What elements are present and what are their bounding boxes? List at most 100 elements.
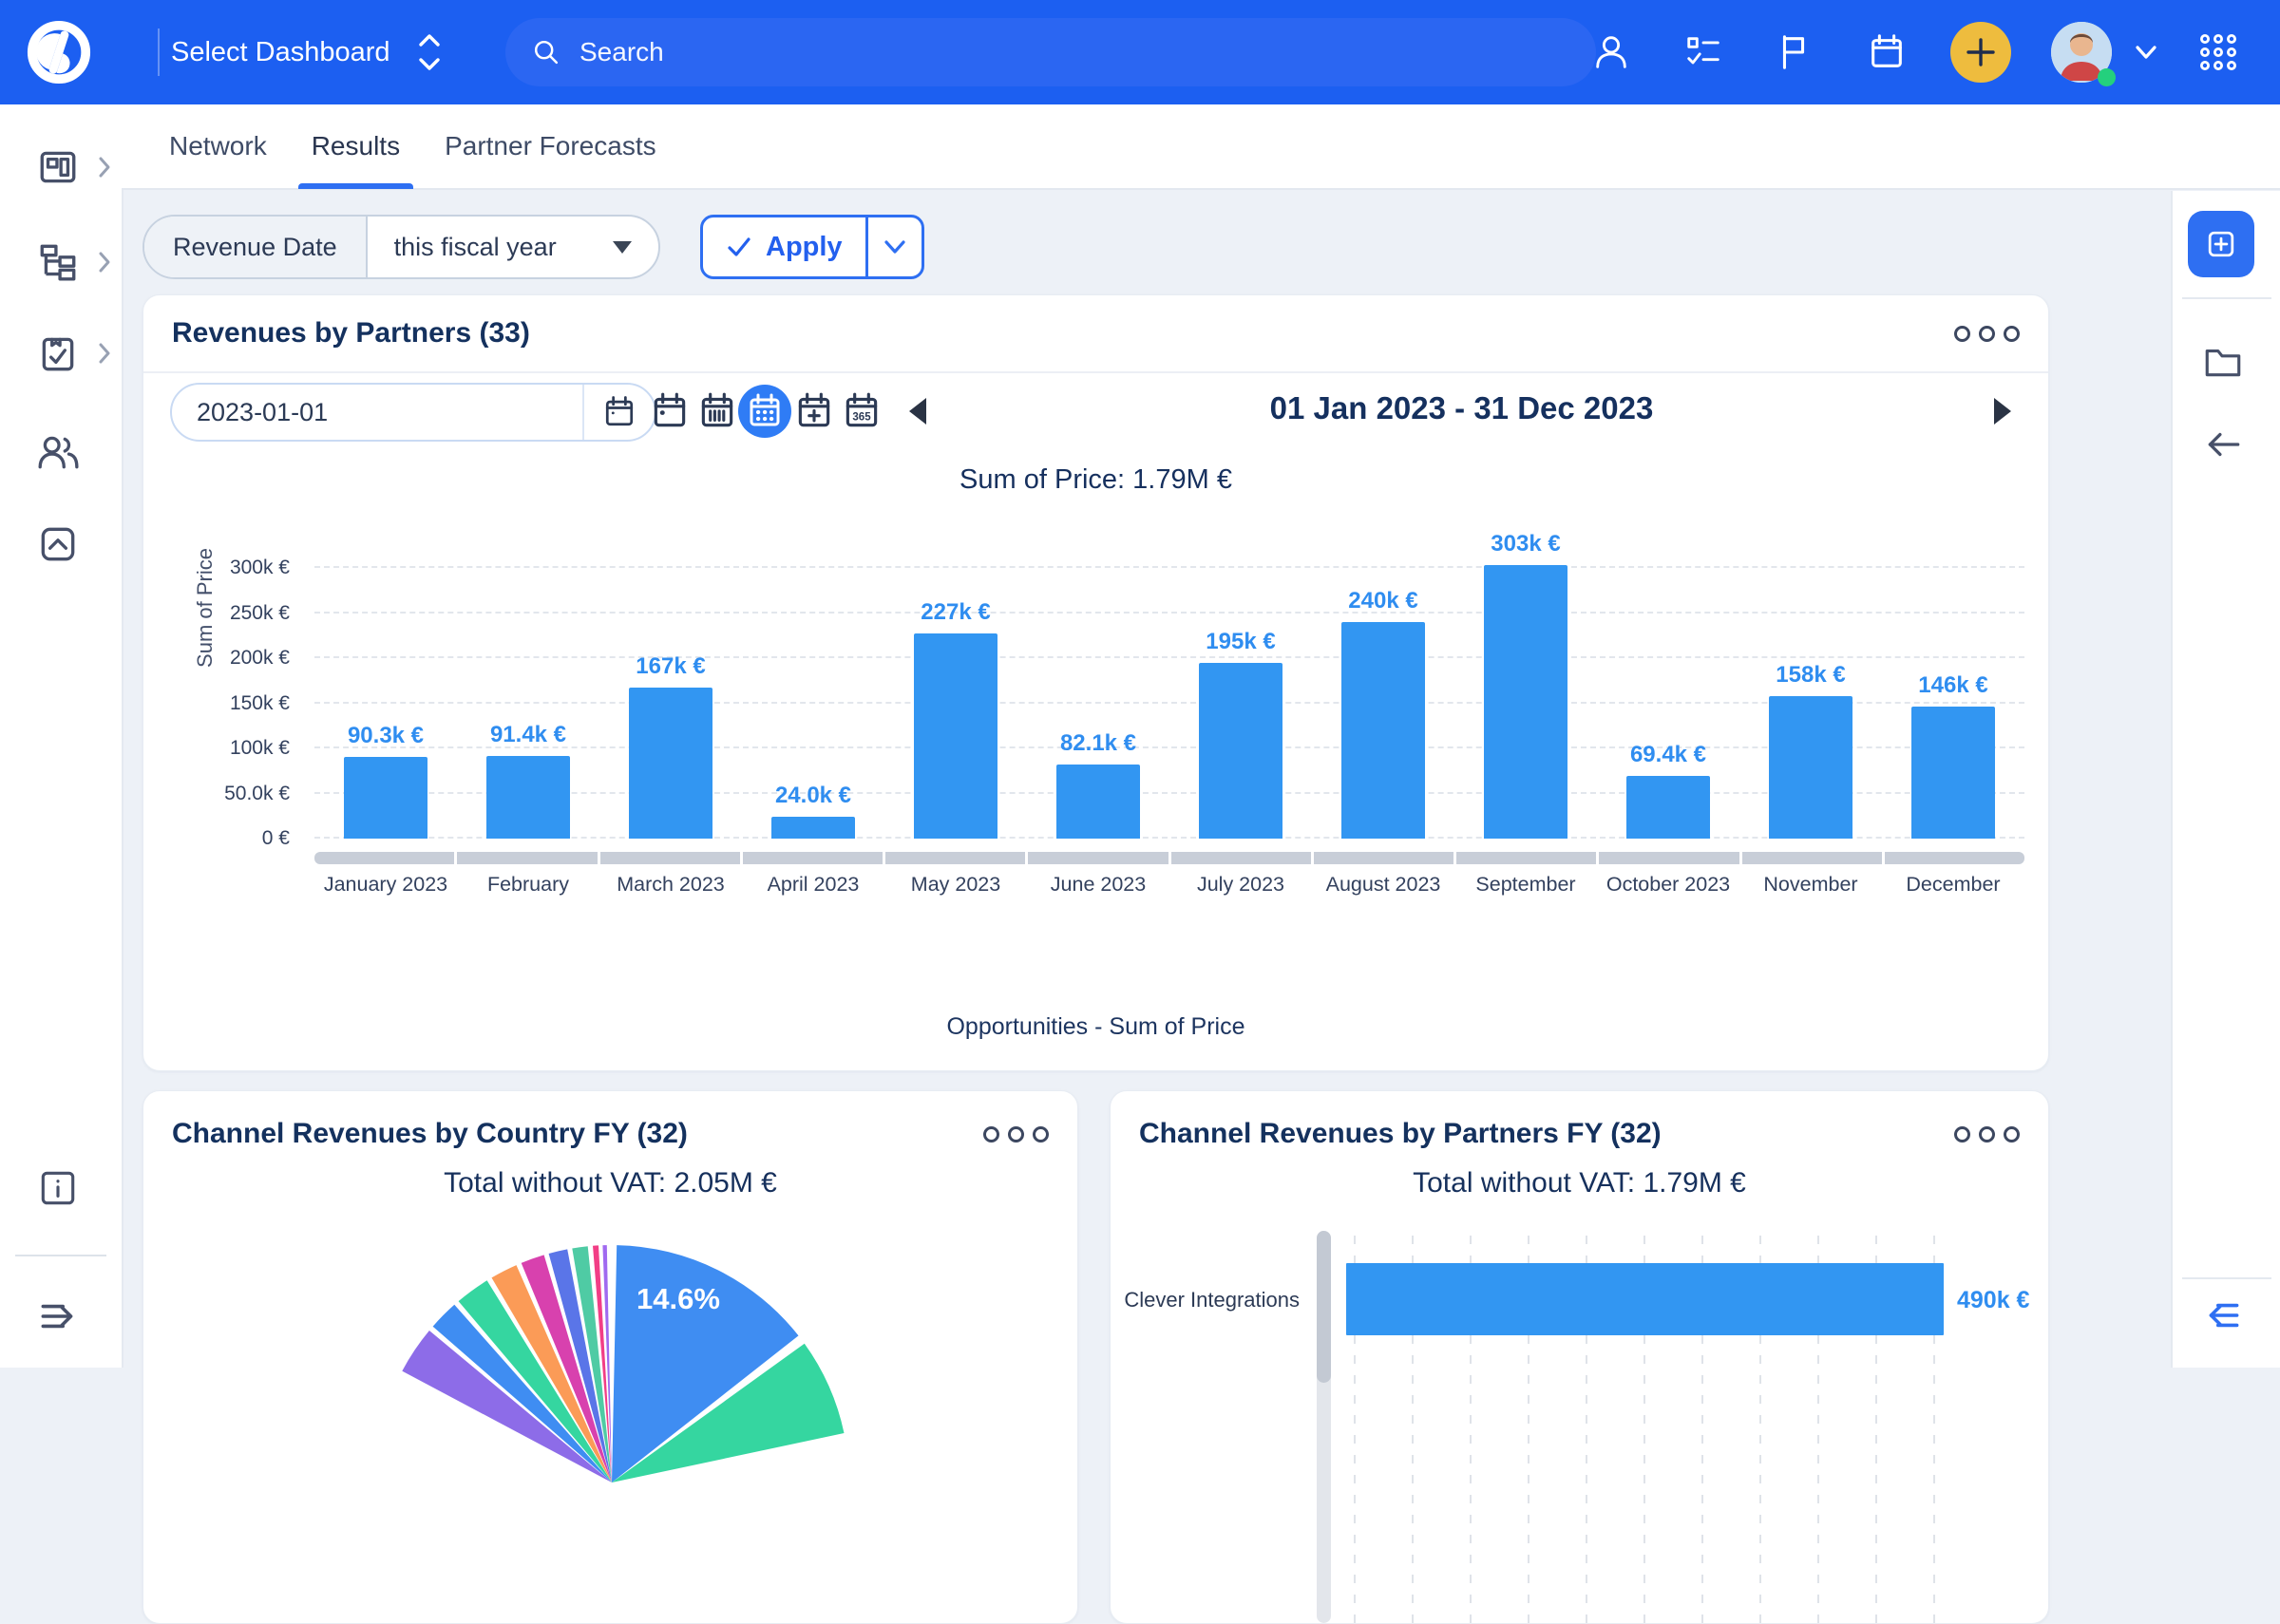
scrollbar-segment[interactable] <box>314 852 454 864</box>
card-menu-button[interactable] <box>1954 326 2020 342</box>
pie-slice[interactable] <box>593 1245 612 1482</box>
bar-March 2023[interactable] <box>629 688 712 839</box>
x-axis-scrollbar[interactable] <box>314 852 2024 864</box>
next-period-button[interactable] <box>1994 398 2011 425</box>
contacts-icon[interactable] <box>1591 32 1631 72</box>
quick-add-button[interactable] <box>1950 22 2011 83</box>
scrollbar-segment[interactable] <box>457 852 597 864</box>
sidebar-item-pipeline-icon[interactable] <box>36 240 80 284</box>
x-tick-label: October 2023 <box>1597 873 1739 897</box>
scrollbar-segment[interactable] <box>1456 852 1596 864</box>
dashboard-selector-label: Select Dashboard <box>171 37 390 68</box>
pie-slice[interactable] <box>549 1249 612 1482</box>
tab-results[interactable]: Results <box>312 104 400 189</box>
scrollbar-segment[interactable] <box>1742 852 1882 864</box>
y-tick-label: 250k € <box>230 601 290 626</box>
arrow-left-icon[interactable] <box>2201 423 2245 466</box>
apply-button[interactable]: Apply <box>700 215 924 279</box>
add-widget-button[interactable] <box>2188 211 2254 277</box>
bar-April 2023[interactable] <box>771 817 855 839</box>
app-grid-icon[interactable] <box>2197 31 2239 73</box>
pie-slice[interactable] <box>522 1255 612 1482</box>
global-search[interactable] <box>505 18 1596 86</box>
tab-network[interactable]: Network <box>169 104 267 189</box>
scrollbar-segment[interactable] <box>743 852 883 864</box>
bar-February[interactable] <box>486 756 570 839</box>
sidebar-chevron-icon[interactable] <box>97 155 112 179</box>
bar-September[interactable] <box>1484 565 1568 839</box>
sidebar-item-contacts-icon[interactable] <box>36 430 80 474</box>
granularity-week-icon[interactable] <box>693 387 742 436</box>
granularity-month-icon-selected[interactable] <box>738 385 791 438</box>
chart-caption: Opportunities - Sum of Price <box>143 1013 2048 1041</box>
revenue-date-filter[interactable]: Revenue Date this fiscal year <box>142 215 660 279</box>
pie-slice[interactable] <box>602 1245 612 1482</box>
sidebar-item-activities-icon[interactable] <box>36 331 80 375</box>
scrollbar-segment[interactable] <box>1885 852 2024 864</box>
bar-November[interactable] <box>1769 696 1852 839</box>
prev-period-button[interactable] <box>909 398 926 425</box>
bar-December[interactable] <box>1911 707 1995 839</box>
sidebar-item-import-icon[interactable] <box>36 522 80 566</box>
sidebar-divider <box>15 1255 106 1256</box>
pie-slice[interactable] <box>572 1246 612 1482</box>
granularity-year-icon[interactable]: 365 <box>837 387 886 436</box>
bar-August 2023[interactable] <box>1341 622 1425 839</box>
granularity-day-icon[interactable] <box>645 387 694 436</box>
scrollbar-segment[interactable] <box>885 852 1025 864</box>
pie-slice[interactable] <box>612 1344 845 1482</box>
filter-value: this fiscal year <box>394 233 557 262</box>
y-axis-ticks: 0 €50.0k €100k €150k €200k €250k €300k € <box>143 535 301 839</box>
filter-value-select[interactable]: this fiscal year <box>368 217 658 277</box>
app-logo-icon[interactable] <box>26 19 92 85</box>
x-axis-labels: January 2023FebruaryMarch 2023April 2023… <box>314 873 2024 897</box>
pie-slice[interactable] <box>612 1245 799 1482</box>
folder-icon[interactable] <box>2201 339 2245 383</box>
calendar-icon[interactable] <box>1867 32 1907 72</box>
card-menu-button[interactable] <box>983 1126 1049 1142</box>
pie-slice[interactable] <box>433 1305 612 1482</box>
scrollbar-segment[interactable] <box>1171 852 1311 864</box>
apply-dropdown-button[interactable] <box>868 217 922 276</box>
dashboard-selector[interactable]: Select Dashboard <box>171 0 442 104</box>
flag-icon[interactable] <box>1774 32 1814 72</box>
scrollbar-segment[interactable] <box>600 852 740 864</box>
tab-partner-forecasts[interactable]: Partner Forecasts <box>445 104 656 189</box>
pie-slice[interactable] <box>402 1331 612 1482</box>
scrollbar-segment[interactable] <box>1314 852 1454 864</box>
bar-May 2023[interactable] <box>914 633 998 839</box>
bar-July 2023[interactable] <box>1199 663 1282 839</box>
x-tick-label: August 2023 <box>1312 873 1454 897</box>
account-chevron-down-icon[interactable] <box>2134 42 2158 63</box>
apply-main[interactable]: Apply <box>703 217 868 276</box>
scrollbar-thumb[interactable] <box>1317 1231 1331 1383</box>
top-bar: Select Dashboard <box>0 0 2280 104</box>
bar-column: 240k € <box>1312 535 1454 839</box>
sidebar-chevron-icon[interactable] <box>97 250 112 274</box>
tasks-icon[interactable] <box>1683 32 1723 72</box>
sidebar-item-dashboards-icon[interactable] <box>36 145 80 189</box>
bar-column: 303k € <box>1454 535 1597 839</box>
pie-slice[interactable] <box>459 1280 612 1482</box>
hbar-scrollbar[interactable] <box>1317 1231 1331 1623</box>
bar-June 2023[interactable] <box>1056 765 1140 839</box>
pie-slice[interactable] <box>492 1265 613 1482</box>
collapse-panel-icon[interactable] <box>2201 1294 2245 1337</box>
date-range-title: 01 Jan 2023 - 31 Dec 2023 <box>951 390 1972 426</box>
bar-January 2023[interactable] <box>344 757 428 839</box>
hbar-Clever Integrations[interactable] <box>1346 1263 1944 1335</box>
chart-date-input[interactable] <box>172 398 582 427</box>
scrollbar-segment[interactable] <box>1028 852 1168 864</box>
datepicker-calendar-icon[interactable] <box>584 393 655 431</box>
tab-label: Network <box>169 131 267 161</box>
bar-October 2023[interactable] <box>1626 776 1710 839</box>
channel-revenues-by-partners-card: Channel Revenues by Partners FY (32) Tot… <box>1110 1090 2049 1624</box>
pie-percent-label: 14.6% <box>636 1282 720 1315</box>
scrollbar-segment[interactable] <box>1599 852 1738 864</box>
expand-sidebar-icon[interactable] <box>36 1294 80 1338</box>
sidebar-chevron-icon[interactable] <box>97 341 112 366</box>
granularity-quarter-icon[interactable] <box>789 387 839 436</box>
card-menu-button[interactable] <box>1954 1126 2020 1142</box>
search-input[interactable] <box>578 36 1571 68</box>
info-icon[interactable] <box>36 1166 80 1210</box>
